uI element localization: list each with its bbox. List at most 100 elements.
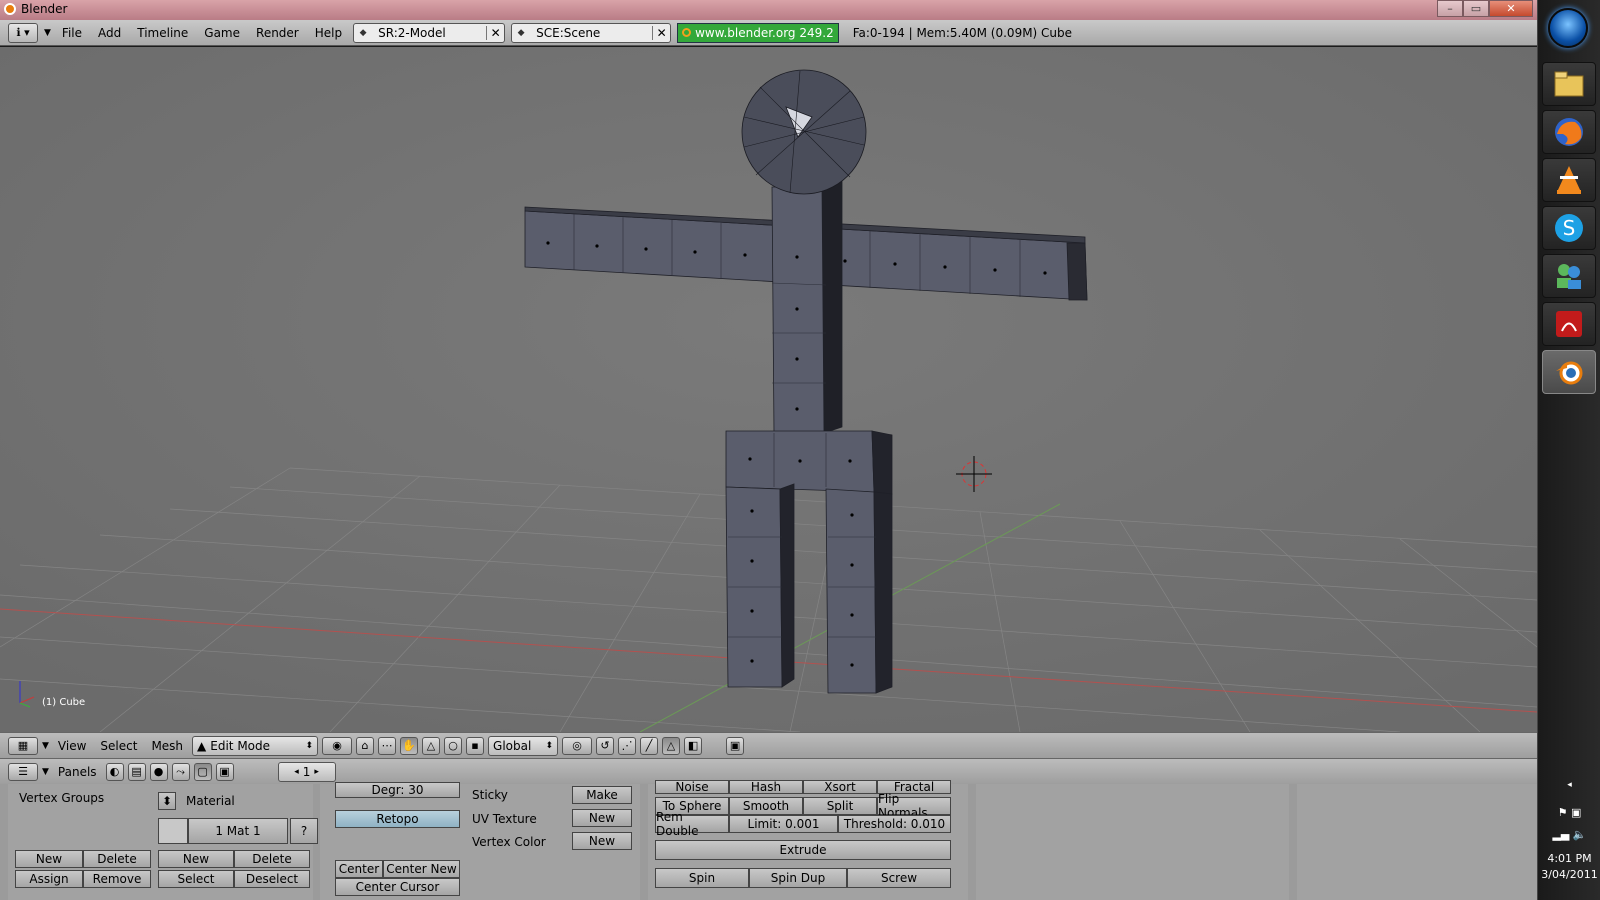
- viewport-canvas[interactable]: [0, 47, 1537, 732]
- threshold-value[interactable]: Threshold: 0.010: [844, 817, 945, 831]
- edge-select-icon[interactable]: ╱: [640, 736, 659, 755]
- 3d-viewport[interactable]: (1) Cube: [0, 47, 1537, 732]
- buttons-editor-type-button[interactable]: ☰: [8, 762, 38, 781]
- minimize-button[interactable]: –: [1437, 0, 1463, 17]
- vertex-color-new-button[interactable]: New: [572, 832, 632, 850]
- vlc-icon[interactable]: [1542, 158, 1596, 202]
- firefox-icon[interactable]: [1542, 110, 1596, 154]
- retopo-toggle[interactable]: Retopo: [335, 810, 460, 828]
- scene-context-icon[interactable]: ▣: [215, 762, 234, 781]
- center-cursor-button[interactable]: Center Cursor: [335, 878, 460, 896]
- menu-help[interactable]: Help: [310, 26, 347, 40]
- occlude-icon[interactable]: ◧: [684, 736, 703, 755]
- frame-value[interactable]: 1: [303, 765, 311, 779]
- material-deselect-button[interactable]: Deselect: [234, 870, 310, 888]
- render-preview-icon[interactable]: ▣: [726, 736, 745, 755]
- blender-url-text[interactable]: www.blender.org 249.2: [695, 26, 834, 40]
- vertex-select-icon[interactable]: ⋰: [618, 736, 637, 755]
- explorer-icon[interactable]: [1542, 62, 1596, 106]
- volume-icon[interactable]: 🔈: [1573, 828, 1587, 841]
- mode-dropdown[interactable]: ▲ Edit Mode ⬍: [192, 735, 319, 756]
- close-button[interactable]: ✕: [1489, 0, 1533, 17]
- menu-timeline[interactable]: Timeline: [132, 26, 193, 40]
- blender-icon[interactable]: [1542, 350, 1596, 394]
- flip-normals-button[interactable]: Flip Normals: [877, 792, 951, 820]
- uv-texture-new-button[interactable]: New: [572, 809, 632, 827]
- face-select-icon[interactable]: △: [662, 736, 681, 755]
- menu-view[interactable]: View: [53, 739, 91, 753]
- rotate-manipulator-icon[interactable]: △: [422, 736, 441, 755]
- material-new-button[interactable]: New: [158, 850, 234, 868]
- rem-double-button[interactable]: Rem Double: [655, 810, 729, 838]
- scene-selector[interactable]: ◆ SCE:Scene ✕: [511, 22, 672, 43]
- material-delete-button[interactable]: Delete: [234, 850, 310, 868]
- logic-context-icon[interactable]: ◐: [105, 762, 124, 781]
- orientation-value[interactable]: Global: [493, 739, 531, 753]
- screen-delete-icon[interactable]: ✕: [486, 25, 504, 40]
- smooth-button[interactable]: Smooth: [729, 797, 803, 815]
- xsort-button[interactable]: Xsort: [803, 780, 877, 794]
- frame-field[interactable]: ◂ 1 ▸: [277, 761, 336, 782]
- clock-date[interactable]: 3/04/2011: [1538, 868, 1600, 881]
- object-context-icon[interactable]: ⤳: [171, 762, 190, 781]
- split-button[interactable]: Split: [803, 797, 877, 815]
- undo-icon[interactable]: ↺: [596, 736, 615, 755]
- limit-field[interactable]: Limit: 0.001: [729, 815, 838, 833]
- collapse-menu-icon[interactable]: ▼: [44, 28, 51, 38]
- material-index-field[interactable]: 1 Mat 1: [188, 818, 288, 844]
- maximize-button[interactable]: ▭: [1463, 0, 1489, 17]
- editor-type-button[interactable]: ▦: [8, 736, 38, 755]
- limit-value[interactable]: Limit: 0.001: [748, 817, 820, 831]
- network-icon[interactable]: ▂▄: [1552, 828, 1569, 841]
- action-center-icon[interactable]: ⚑: [1558, 806, 1568, 819]
- menu-file[interactable]: File: [57, 26, 87, 40]
- collapse-menu-icon[interactable]: ▼: [42, 767, 49, 777]
- degr-field[interactable]: Degr: 30: [335, 782, 460, 798]
- menu-render[interactable]: Render: [251, 26, 304, 40]
- info-editor-type-button[interactable]: ℹ ▾: [8, 22, 38, 43]
- skype-icon[interactable]: S: [1542, 206, 1596, 250]
- scene-delete-icon[interactable]: ✕: [652, 25, 670, 40]
- spin-dup-button[interactable]: Spin Dup: [749, 868, 847, 888]
- arrow-left-icon[interactable]: ◂: [294, 767, 299, 777]
- spin-button[interactable]: Spin: [655, 868, 749, 888]
- device-icon[interactable]: ▣: [1571, 806, 1581, 819]
- material-index-value[interactable]: 1 Mat 1: [215, 824, 260, 838]
- screw-button[interactable]: Screw: [847, 868, 951, 888]
- show-hidden-icons-icon[interactable]: ◂: [1538, 780, 1600, 790]
- acrobat-icon[interactable]: [1542, 302, 1596, 346]
- menu-game[interactable]: Game: [199, 26, 245, 40]
- vgroup-delete-button[interactable]: Delete: [83, 850, 151, 868]
- material-help-button[interactable]: ?: [290, 818, 318, 844]
- blender-url-link[interactable]: www.blender.org 249.2: [677, 22, 839, 43]
- threshold-field[interactable]: Threshold: 0.010: [838, 815, 951, 833]
- pivot-icon[interactable]: ⌂: [356, 736, 375, 755]
- editing-context-icon[interactable]: ▢: [193, 762, 212, 781]
- shading-context-icon[interactable]: ●: [149, 762, 168, 781]
- vgroup-assign-button[interactable]: Assign: [15, 870, 83, 888]
- vgroup-new-button[interactable]: New: [15, 850, 83, 868]
- menu-select[interactable]: Select: [95, 739, 142, 753]
- screen-name[interactable]: SR:2-Model: [372, 26, 486, 40]
- material-browse-icon[interactable]: ⬍: [158, 792, 176, 810]
- menu-add[interactable]: Add: [93, 26, 126, 40]
- collapse-menu-icon[interactable]: ▼: [42, 741, 49, 751]
- arrow-right-icon[interactable]: ▸: [314, 767, 319, 777]
- material-color-swatch[interactable]: [158, 818, 188, 844]
- screen-selector[interactable]: ◆ SR:2-Model ✕: [353, 22, 506, 43]
- screen-browse-icon[interactable]: ◆: [354, 28, 372, 38]
- clock-time[interactable]: 4:01 PM: [1538, 852, 1600, 865]
- vgroup-remove-button[interactable]: Remove: [83, 870, 151, 888]
- proportional-edit-icon[interactable]: ◎: [562, 736, 593, 755]
- draw-type-icon[interactable]: ◉: [322, 736, 353, 755]
- manipulator-toggle-icon[interactable]: ▪: [466, 736, 485, 755]
- menu-mesh[interactable]: Mesh: [146, 739, 188, 753]
- center-button[interactable]: Center: [335, 860, 383, 878]
- degr-value[interactable]: Degr: 30: [371, 783, 423, 797]
- sticky-make-button[interactable]: Make: [572, 786, 632, 804]
- grab-icon[interactable]: ✋: [400, 736, 419, 755]
- center-new-button[interactable]: Center New: [383, 860, 460, 878]
- extrude-button[interactable]: Extrude: [655, 840, 951, 860]
- messenger-icon[interactable]: [1542, 254, 1596, 298]
- scene-browse-icon[interactable]: ◆: [512, 28, 530, 38]
